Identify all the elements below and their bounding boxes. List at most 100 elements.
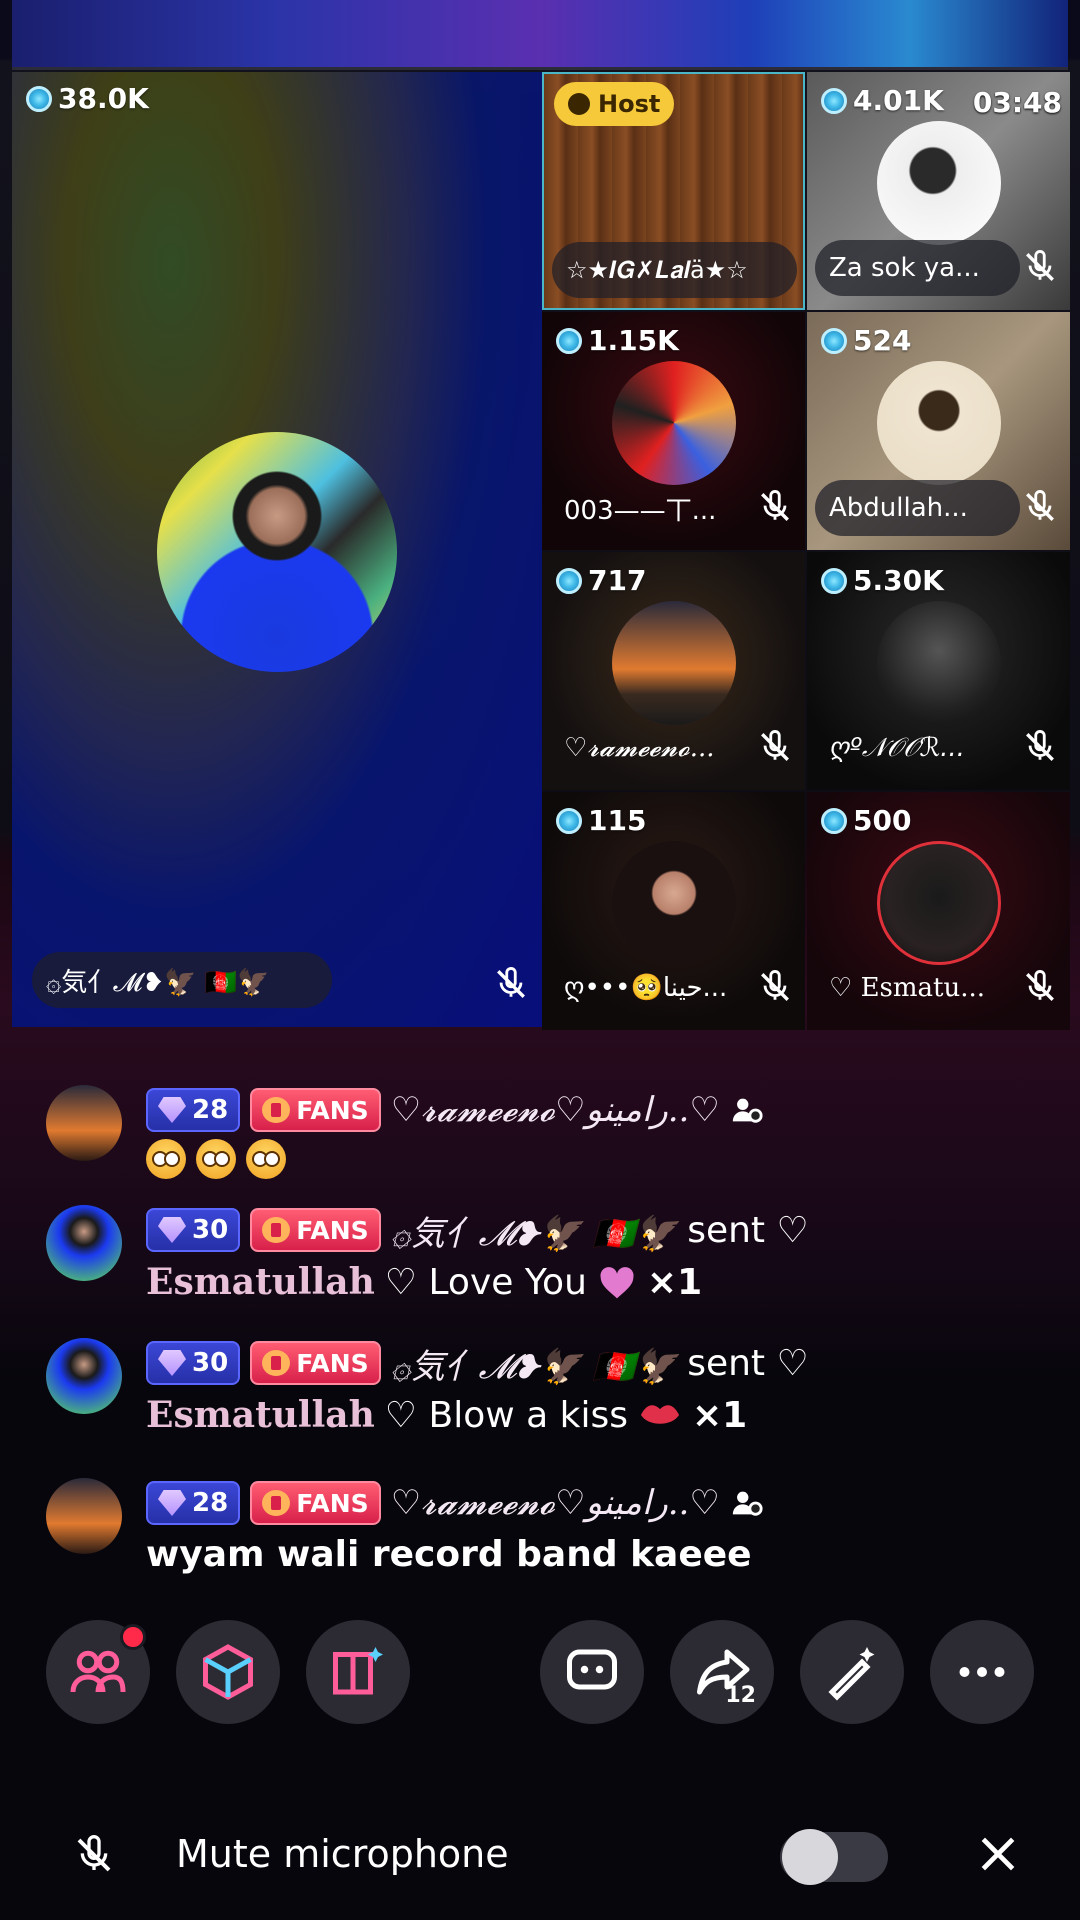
magic-wand-icon: [828, 1647, 875, 1701]
book-sparkle-icon: [333, 1647, 383, 1695]
guest-tile[interactable]: 500 ♡ Esmatu...: [807, 792, 1070, 1030]
fans-badge: FANS: [250, 1341, 381, 1385]
coin-icon: [821, 567, 847, 594]
guest-tile[interactable]: 524 Abdullah...: [807, 312, 1070, 550]
mute-toggle[interactable]: [780, 1829, 888, 1885]
mic-off-icon: [758, 970, 792, 1004]
avatar[interactable]: [46, 1338, 122, 1414]
emoji-icon: [146, 1139, 186, 1179]
chat-username[interactable]: ۞気亻𝓜❥🦅 🇦🇫🦅: [391, 1339, 678, 1388]
action-bar: 12: [0, 1620, 1080, 1730]
guest-name: Abdullah...: [815, 480, 1020, 536]
coin-icon: [821, 327, 847, 354]
guest-name: 003——丅...: [564, 495, 717, 526]
guest-avatar: [611, 361, 736, 485]
chat-button[interactable]: [540, 1620, 644, 1724]
share-button[interactable]: 12: [670, 1620, 774, 1724]
fans-heart-icon: [262, 1097, 291, 1123]
gem-icon: [158, 1097, 186, 1123]
coin-count: 717: [556, 564, 646, 597]
gift-box-button[interactable]: [176, 1620, 280, 1724]
guest-name: ♡𝓻𝓪𝓶𝓮𝓮𝓷𝓸...: [564, 732, 715, 763]
avatar[interactable]: [46, 1205, 122, 1281]
coin-count: 500: [821, 804, 911, 837]
level-badge: 30: [146, 1341, 241, 1385]
mic-off-icon: [758, 730, 792, 764]
guest-tile[interactable]: 1.15K 003——丅...: [542, 312, 805, 550]
coin-count: 115: [556, 804, 646, 837]
guest-tile[interactable]: 5.30K ღº𝒩𝒪𝒪ℛ...: [807, 552, 1070, 790]
gift-sent-label: sent ♡: [687, 1209, 809, 1251]
close-icon[interactable]: [976, 1832, 1020, 1876]
share-count: 12: [725, 1683, 756, 1708]
gift-count: ×1: [646, 1261, 703, 1303]
more-button[interactable]: [930, 1620, 1034, 1724]
chat-username[interactable]: ۞気亻𝓜❥🦅 🇦🇫🦅: [391, 1206, 678, 1255]
guest-avatar: [876, 601, 1001, 725]
coin-count: 524: [821, 324, 911, 357]
guest-tile[interactable]: 115 ღ•••🥺حينا...: [542, 792, 805, 1030]
more-icon: [959, 1667, 1005, 1677]
host-badge: Host: [554, 82, 675, 126]
level-badge: 28: [146, 1481, 241, 1525]
main-host-name: ۞気亻𝓜❥🦅 🇦🇫🦅: [32, 952, 332, 1008]
coin-count: 5.30K: [821, 564, 944, 597]
guest-tile-host[interactable]: Host ☆★𝑰𝑮✗𝑳𝒂𝒍ä★☆: [542, 72, 805, 310]
mute-microphone-label: Mute microphone: [176, 1832, 509, 1876]
gift-name: ♡ Love You: [384, 1261, 587, 1303]
emoji-icon: [246, 1139, 286, 1179]
coin-count: 1.15K: [556, 324, 679, 357]
host-icon: [568, 93, 590, 115]
user-plus-icon[interactable]: [730, 1486, 764, 1520]
avatar[interactable]: [46, 1478, 122, 1554]
guests-button[interactable]: [46, 1620, 150, 1724]
fans-badge: FANS: [250, 1088, 381, 1132]
gift-name: ♡ Blow a kiss: [384, 1394, 628, 1436]
gift-box-icon: [203, 1644, 253, 1700]
emoji-icon: [196, 1139, 236, 1179]
stories-button[interactable]: [306, 1620, 410, 1724]
gift-recipient[interactable]: Esmatullah: [146, 1394, 375, 1436]
gem-icon: [158, 1490, 186, 1516]
top-banner: [12, 0, 1068, 70]
mic-off-icon: [1023, 730, 1057, 764]
gem-icon: [158, 1217, 186, 1243]
gift-recipient[interactable]: Esmatullah: [146, 1261, 375, 1303]
mute-microphone-bar: Mute microphone: [0, 1780, 1080, 1920]
guest-avatar: [611, 841, 736, 965]
guest-name: ღº𝒩𝒪𝒪ℛ...: [829, 732, 965, 763]
chat-icon: [567, 1649, 617, 1690]
chat-username[interactable]: ♡𝓻𝓪𝓶𝓮𝓮𝓷𝓸♡رامینو..♡: [391, 1483, 720, 1523]
coin-count: 38.0K: [26, 82, 149, 115]
chat-username[interactable]: ♡𝓻𝓪𝓶𝓮𝓮𝓷𝓸♡رامینو..♡: [391, 1090, 720, 1130]
mic-off-icon: [494, 967, 528, 1001]
guest-avatar: [876, 841, 1001, 965]
mic-off-icon: [1023, 970, 1057, 1004]
gift-count: ×1: [691, 1394, 748, 1436]
mic-off-icon: [758, 490, 792, 524]
coin-icon: [821, 87, 847, 114]
guest-tile[interactable]: 4.01K 03:48 Za sok ya...: [807, 72, 1070, 310]
gift-sent-label: sent ♡: [687, 1342, 809, 1384]
notification-dot: [120, 1624, 146, 1650]
main-host-tile[interactable]: 38.0K ۞気亻𝓜❥🦅 🇦🇫🦅: [12, 72, 542, 1027]
guests-icon: [70, 1650, 126, 1693]
fans-heart-icon: [262, 1490, 291, 1516]
effects-button[interactable]: [800, 1620, 904, 1724]
coin-icon: [556, 807, 582, 834]
guest-avatar: [611, 601, 736, 725]
user-plus-icon[interactable]: [730, 1093, 764, 1127]
level-badge: 30: [146, 1208, 241, 1252]
guest-tile[interactable]: 717 ♡𝓻𝓪𝓶𝓮𝓮𝓷𝓸...: [542, 552, 805, 790]
fans-badge: FANS: [250, 1208, 381, 1252]
level-badge: 28: [146, 1088, 241, 1132]
mic-off-icon: [1023, 490, 1057, 524]
call-timer: 03:48: [972, 86, 1062, 119]
guest-name: ♡ Esmatu...: [829, 973, 986, 1003]
main-host-avatar[interactable]: [157, 432, 397, 672]
avatar[interactable]: [46, 1085, 122, 1161]
toggle-knob: [782, 1829, 838, 1885]
coin-icon: [556, 567, 582, 594]
fans-badge: FANS: [250, 1481, 381, 1525]
chat-text: wyam wali record band kaeee: [146, 1534, 752, 1575]
